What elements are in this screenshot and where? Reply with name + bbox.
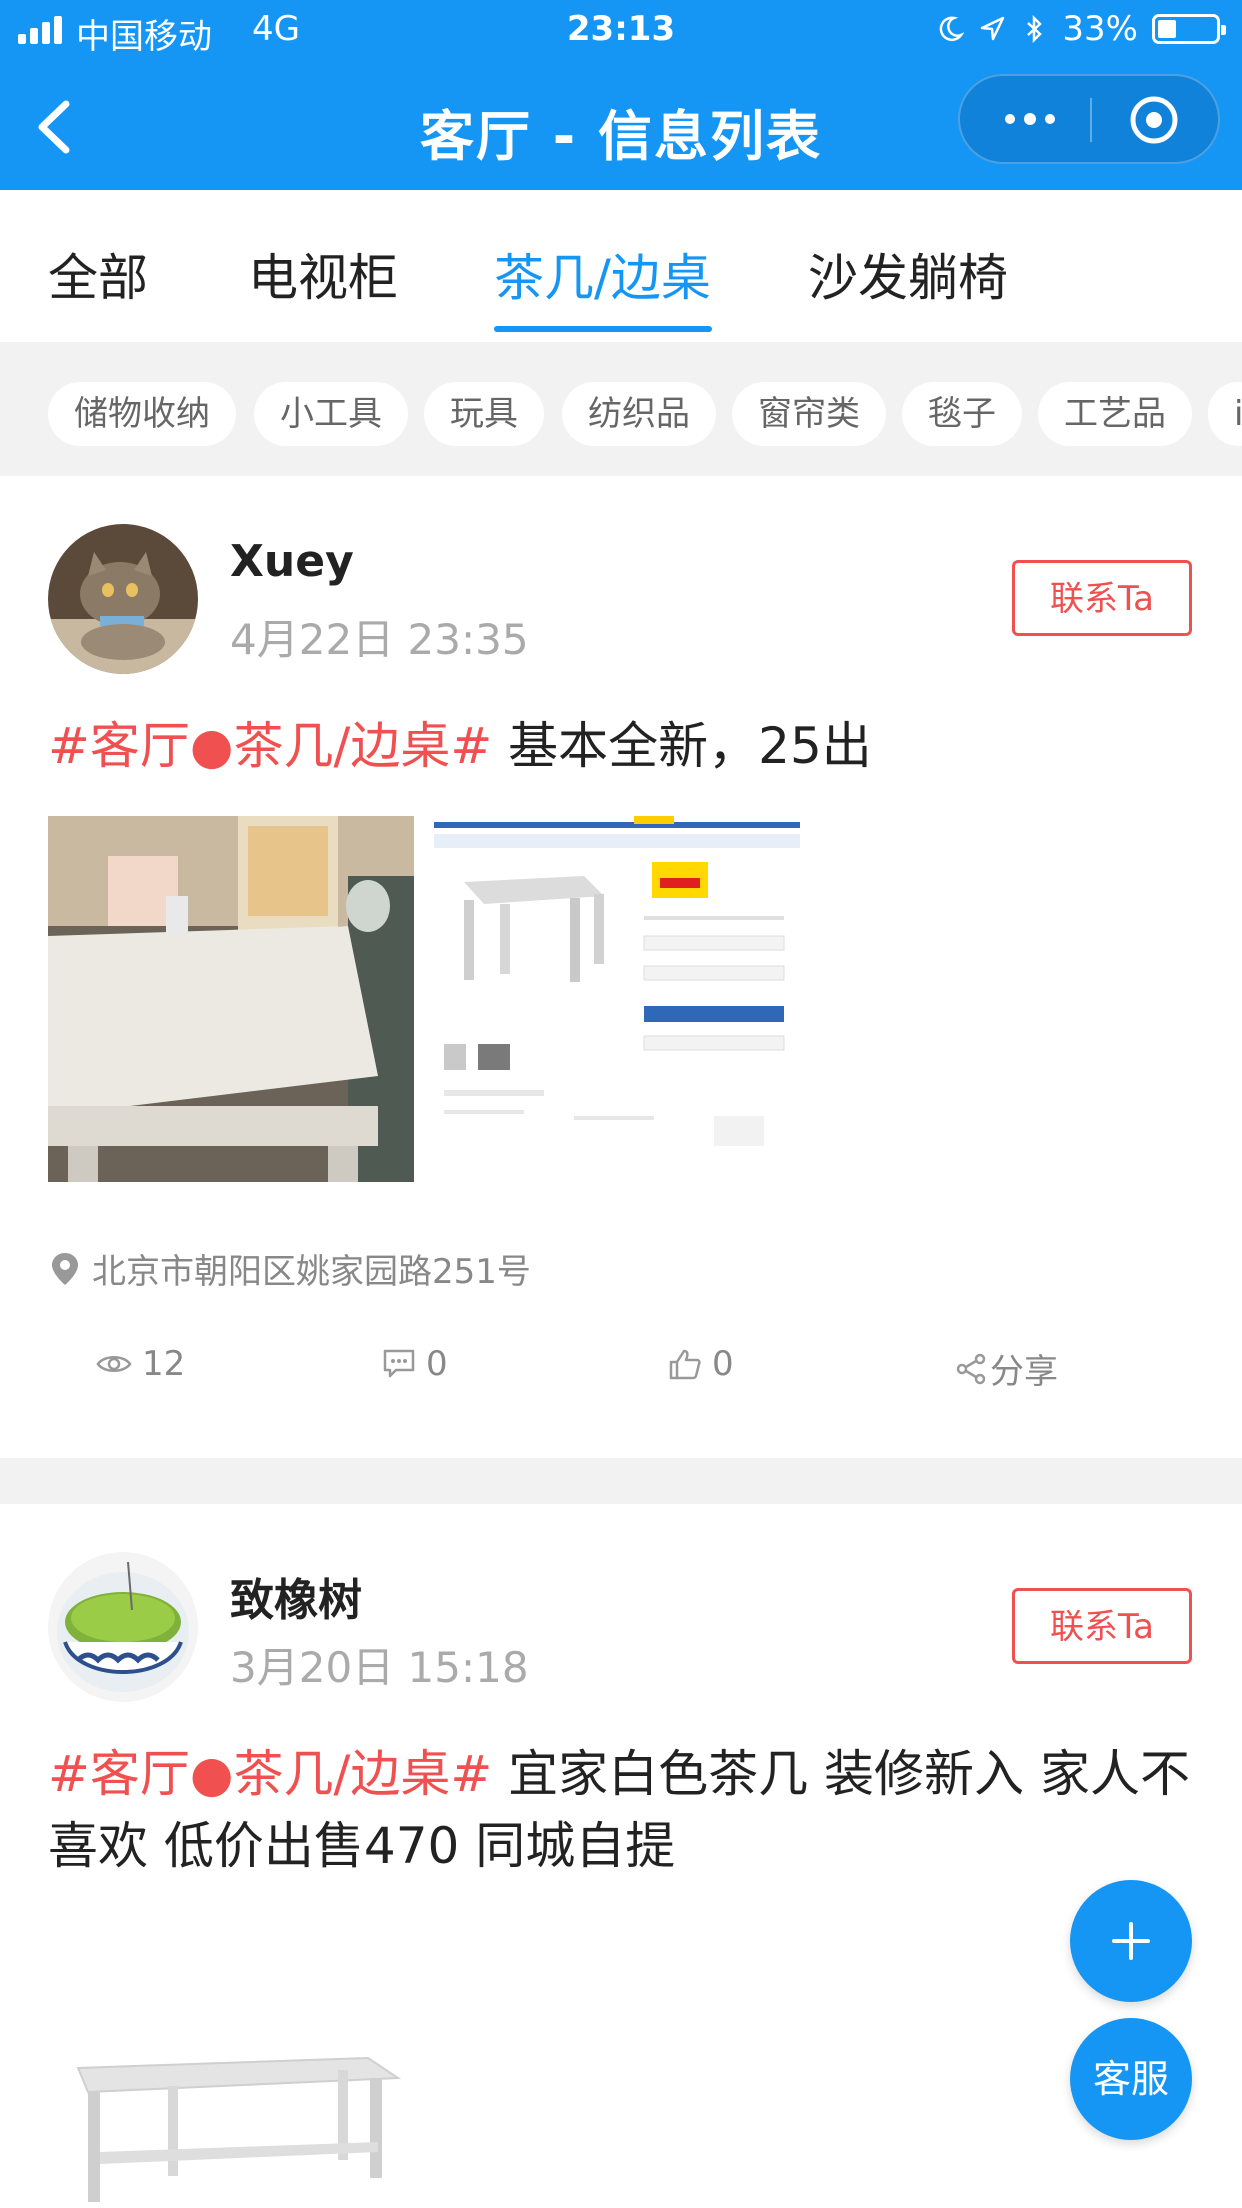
contact-button[interactable]: 联系Ta bbox=[1012, 1588, 1192, 1664]
chip-toys[interactable]: 玩具 bbox=[424, 382, 544, 446]
location-arrow-icon bbox=[981, 16, 1005, 41]
comment-button[interactable]: 0 bbox=[382, 1344, 448, 1384]
comment-icon bbox=[383, 1349, 415, 1378]
share-button[interactable]: 分享 bbox=[956, 1344, 1058, 1393]
plus-icon bbox=[1112, 1922, 1150, 1960]
location-text: 北京市朝阳区姚家园路251号 bbox=[92, 1252, 531, 1292]
target-icon[interactable] bbox=[1128, 94, 1180, 146]
post-text: 基本全新，25出 bbox=[492, 717, 872, 775]
customer-service-button[interactable]: 客服 bbox=[1070, 2018, 1192, 2140]
eye-icon bbox=[96, 1356, 132, 1372]
thumbs-up-icon bbox=[669, 1349, 701, 1380]
battery-icon bbox=[1152, 14, 1226, 44]
tab-all[interactable]: 全部 bbox=[48, 238, 148, 310]
post-image[interactable] bbox=[48, 1974, 414, 2208]
chip-blankets[interactable]: 毯子 bbox=[902, 382, 1022, 446]
add-post-button[interactable] bbox=[1070, 1880, 1192, 2002]
chip-small-tools[interactable]: 小工具 bbox=[254, 382, 408, 446]
avatar[interactable] bbox=[48, 1552, 198, 1702]
post-image[interactable] bbox=[434, 816, 800, 1182]
chip-curtains[interactable]: 窗帘类 bbox=[732, 382, 886, 446]
bluetooth-icon bbox=[1027, 15, 1043, 43]
category-tabs: 全部 电视柜 茶几/边桌 沙发躺椅 bbox=[0, 190, 1242, 342]
post-time: 4月22日 23:35 bbox=[230, 615, 529, 664]
likes-value: 0 bbox=[712, 1344, 734, 1384]
moon-icon bbox=[940, 16, 965, 42]
post-card: 致橡树 3月20日 15:18 联系Ta #客厅●茶几/边桌# 宜家白色茶几 装… bbox=[0, 1504, 1242, 2208]
views-value: 12 bbox=[142, 1344, 186, 1384]
mini-program-capsule bbox=[958, 74, 1220, 164]
location-pin-icon bbox=[52, 1252, 78, 1285]
tab-sofa[interactable]: 沙发躺椅 bbox=[808, 238, 1008, 310]
post-content: #客厅●茶几/边桌# 基本全新，25出 bbox=[48, 710, 1198, 782]
status-right: 33% bbox=[936, 9, 1226, 49]
nav-bar: 客厅 - 信息列表 bbox=[0, 62, 1242, 190]
post-image[interactable] bbox=[48, 816, 414, 1182]
post-card: Xuey 4月22日 23:35 联系Ta #客厅●茶几/边桌# 基本全新，25… bbox=[0, 476, 1242, 1458]
post-time: 3月20日 15:18 bbox=[230, 1643, 529, 1692]
username: 致橡树 bbox=[230, 1575, 362, 1626]
share-label: 分享 bbox=[990, 1352, 1058, 1392]
filter-chips: 储物收纳 小工具 玩具 纺织品 窗帘类 毯子 工艺品 i bbox=[0, 342, 1242, 476]
post-tag[interactable]: #客厅●茶几/边桌# bbox=[48, 717, 492, 775]
views-count: 12 bbox=[96, 1344, 185, 1384]
chip-textiles[interactable]: 纺织品 bbox=[562, 382, 716, 446]
more-dots-icon[interactable] bbox=[1000, 98, 1060, 140]
battery-percent: 33% bbox=[1062, 9, 1138, 49]
tab-coffee-table[interactable]: 茶几/边桌 bbox=[494, 238, 711, 310]
active-tab-indicator bbox=[494, 326, 712, 332]
chip-crafts[interactable]: 工艺品 bbox=[1038, 382, 1192, 446]
tab-tv-cabinet[interactable]: 电视柜 bbox=[248, 238, 398, 310]
comments-value: 0 bbox=[426, 1344, 448, 1384]
share-icon bbox=[956, 1353, 986, 1384]
post-content: #客厅●茶几/边桌# 宜家白色茶几 装修新入 家人不喜欢 低价出售470 同城自… bbox=[48, 1738, 1198, 1882]
avatar[interactable] bbox=[48, 524, 198, 674]
capsule-divider bbox=[1090, 98, 1092, 142]
username: Xuey bbox=[230, 536, 354, 587]
chip-storage[interactable]: 储物收纳 bbox=[48, 382, 236, 446]
post-divider bbox=[0, 1458, 1242, 1504]
status-bar: 中国移动 4G 23:13 33% bbox=[0, 0, 1242, 62]
contact-button[interactable]: 联系Ta bbox=[1012, 560, 1192, 636]
chip-more[interactable]: i bbox=[1208, 382, 1242, 446]
post-tag[interactable]: #客厅●茶几/边桌# bbox=[48, 1745, 492, 1803]
like-button[interactable]: 0 bbox=[668, 1344, 734, 1384]
location: 北京市朝阳区姚家园路251号 bbox=[50, 1244, 531, 1293]
